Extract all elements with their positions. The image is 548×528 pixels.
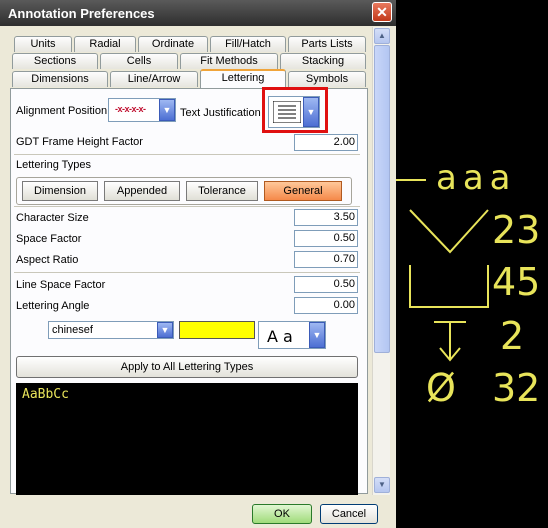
lettering-color-swatch[interactable] <box>179 321 255 339</box>
vertical-scrollbar[interactable]: ▲ ▼ <box>372 27 390 495</box>
scroll-up-icon[interactable]: ▲ <box>374 28 390 44</box>
alignment-position-select[interactable]: -x-x-x-x- ▼ <box>108 98 176 122</box>
depth-symbol-value: 2 <box>500 314 525 358</box>
lettering-type-tolerance[interactable]: Tolerance <box>186 181 258 201</box>
chevron-down-icon[interactable]: ▼ <box>303 97 319 127</box>
tab-stacking[interactable]: Stacking <box>280 53 366 69</box>
tab-ordinate[interactable]: Ordinate <box>138 36 208 52</box>
divider <box>14 154 360 155</box>
window-title: Annotation Preferences <box>8 6 155 21</box>
lettering-preview: AaBbCc <box>16 383 358 495</box>
tab-sections[interactable]: Sections <box>12 53 98 69</box>
scroll-down-icon[interactable]: ▼ <box>374 477 390 493</box>
lettering-style-value: A a <box>267 327 293 346</box>
gdt-frame-height-label: GDT Frame Height Factor <box>16 136 143 148</box>
gdt-frame-height-field[interactable]: 2.00 <box>294 134 358 151</box>
line-space-factor-label: Line Space Factor <box>16 279 106 291</box>
tab-fit-methods[interactable]: Fit Methods <box>180 53 278 69</box>
annotation-preferences-dialog: Annotation Preferences ✕ Units Radial Or… <box>0 0 396 528</box>
line-space-factor-field[interactable]: 0.50 <box>294 276 358 293</box>
diameter-symbol: Ø <box>426 366 456 410</box>
lettering-angle-label: Lettering Angle <box>16 300 90 312</box>
text-justification-label: Text Justification <box>180 107 261 119</box>
tab-line-arrow[interactable]: Line/Arrow <box>110 71 198 87</box>
drawing-canvas[interactable]: aaa 23 45 2 Ø 32 <box>396 0 548 528</box>
chevron-down-icon[interactable]: ▼ <box>157 322 173 338</box>
alignment-position-value: -x-x-x-x- <box>115 104 146 114</box>
close-icon[interactable]: ✕ <box>372 2 392 22</box>
text-justification-select[interactable]: ▼ <box>268 96 320 128</box>
tab-fill-hatch[interactable]: Fill/Hatch <box>210 36 286 52</box>
chevron-down-icon[interactable]: ▼ <box>309 322 325 348</box>
lettering-type-dimension[interactable]: Dimension <box>22 181 98 201</box>
ok-button[interactable]: OK <box>252 504 312 524</box>
square-value: 45 <box>492 260 541 304</box>
apply-to-all-button[interactable]: Apply to All Lettering Types <box>16 356 358 378</box>
justify-center-icon <box>273 101 301 123</box>
preview-text: AaBbCc <box>22 387 69 402</box>
lettering-style-select[interactable]: A a ▼ <box>258 321 326 349</box>
scroll-thumb[interactable] <box>374 45 390 353</box>
aspect-ratio-field[interactable]: 0.70 <box>294 251 358 268</box>
lettering-angle-field[interactable]: 0.00 <box>294 297 358 314</box>
divider <box>14 272 360 273</box>
font-value: chinesef <box>52 324 93 336</box>
lettering-types-label: Lettering Types <box>16 159 92 171</box>
aspect-ratio-label: Aspect Ratio <box>16 254 79 266</box>
tab-cells[interactable]: Cells <box>100 53 178 69</box>
space-factor-label: Space Factor <box>16 233 82 245</box>
tab-radial[interactable]: Radial <box>74 36 136 52</box>
space-factor-field[interactable]: 0.50 <box>294 230 358 247</box>
chevron-down-icon[interactable]: ▼ <box>159 99 175 121</box>
divider <box>14 206 360 207</box>
tab-dimensions[interactable]: Dimensions <box>12 71 108 87</box>
tab-parts-lists[interactable]: Parts Lists <box>288 36 366 52</box>
alignment-position-label: Alignment Position <box>16 105 108 117</box>
depth-value: 23 <box>492 208 541 252</box>
character-size-field[interactable]: 3.50 <box>294 209 358 226</box>
appended-text: aaa <box>436 158 517 198</box>
tab-units[interactable]: Units <box>14 36 72 52</box>
lettering-type-general[interactable]: General <box>264 181 342 201</box>
font-select[interactable]: chinesef ▼ <box>48 321 174 339</box>
cancel-button[interactable]: Cancel <box>320 504 378 524</box>
diameter-value: 32 <box>492 366 541 410</box>
character-size-label: Character Size <box>16 212 89 224</box>
tab-lettering[interactable]: Lettering <box>200 69 286 88</box>
lettering-type-appended[interactable]: Appended <box>104 181 180 201</box>
tab-symbols[interactable]: Symbols <box>288 71 366 87</box>
title-bar[interactable]: Annotation Preferences ✕ <box>0 0 396 26</box>
